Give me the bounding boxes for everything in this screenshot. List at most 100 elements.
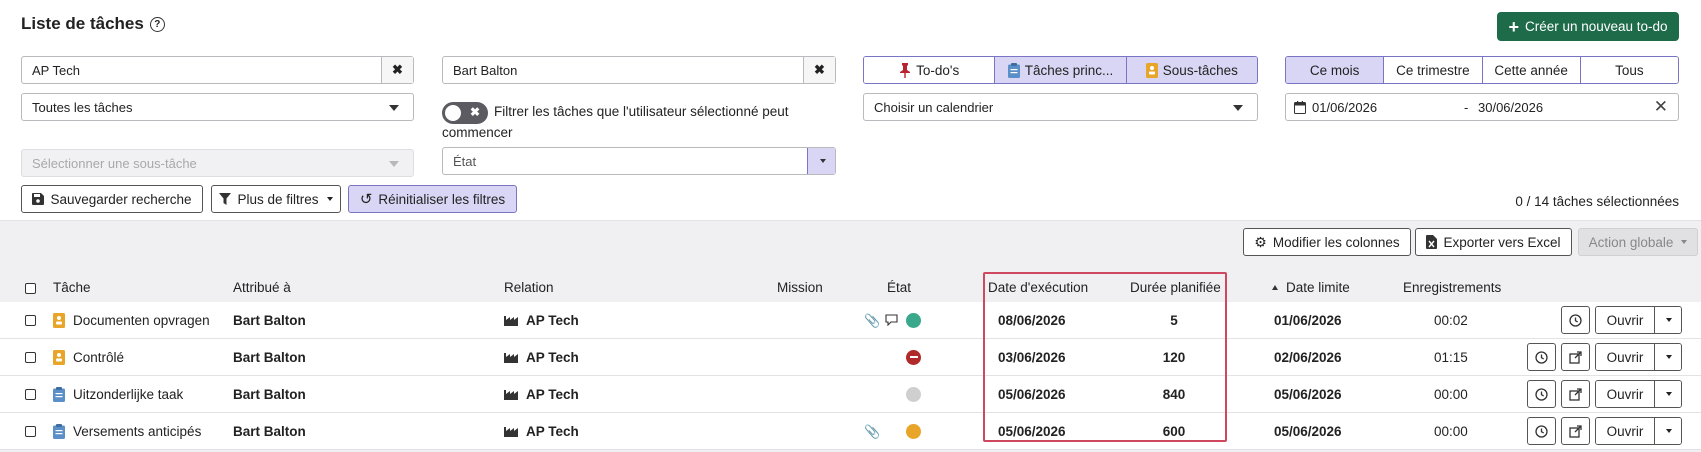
history-button[interactable]: [1527, 417, 1556, 445]
chevron-down-icon: [1666, 392, 1672, 396]
state-cell: [906, 302, 921, 338]
table-row[interactable]: Uitzonderlijke taak Bart Balton AP Tech 05/…: [0, 376, 1701, 413]
row-checkbox[interactable]: [25, 314, 36, 326]
global-action-button[interactable]: Action globale: [1578, 228, 1698, 256]
tab-todos[interactable]: To-do's: [864, 57, 996, 83]
clear-company-icon[interactable]: ✖: [381, 57, 413, 83]
tab-this-quarter[interactable]: Ce trimestre: [1384, 57, 1483, 83]
open-split-button: Ouvrir: [1595, 343, 1682, 371]
date-range-input[interactable]: 01/06/2026 - 30/06/2026 ✕: [1285, 93, 1679, 121]
factory-icon: [504, 316, 518, 326]
paperclip-icon[interactable]: 📎: [864, 424, 880, 440]
help-icon[interactable]: ?: [149, 16, 165, 32]
header-due-date[interactable]: Date limite: [1272, 280, 1350, 295]
more-filters-button[interactable]: Plus de filtres: [211, 185, 341, 213]
select-all-checkbox[interactable]: [25, 283, 36, 294]
header-assigned[interactable]: Attribué à: [233, 280, 291, 295]
header-planned-duration[interactable]: Durée planifiée: [1130, 280, 1221, 295]
open-button[interactable]: Ouvrir: [1596, 418, 1655, 444]
planned-duration-cell: 840: [1162, 386, 1186, 402]
create-todo-button[interactable]: + Créer un nouveau to-do: [1497, 12, 1679, 41]
row-checkbox[interactable]: [25, 388, 36, 400]
exec-date-cell: 08/06/2026: [998, 312, 1066, 328]
due-date-cell: 05/06/2026: [1274, 423, 1342, 439]
history-button[interactable]: [1561, 306, 1590, 334]
history-button[interactable]: [1527, 380, 1556, 408]
tab-subtasks[interactable]: Sous-tâches: [1126, 57, 1257, 83]
floppy-icon: [32, 193, 45, 205]
comment-icon[interactable]: [885, 314, 898, 326]
header-records[interactable]: Enregistrements: [1403, 280, 1501, 295]
user-select[interactable]: Bart Balton ✖: [442, 56, 836, 84]
company-select[interactable]: AP Tech ✖: [21, 56, 414, 84]
open-external-button[interactable]: [1561, 417, 1590, 445]
subtask-select[interactable]: Sélectionner une sous-tâche: [21, 149, 414, 177]
tab-this-year[interactable]: Cette année: [1482, 57, 1581, 83]
header-mission[interactable]: Mission: [777, 280, 823, 295]
table-row[interactable]: Documenten opvragen Bart Balton AP Tech 📎 08…: [0, 302, 1701, 339]
open-dropdown-toggle[interactable]: [1655, 307, 1681, 333]
row-checkbox[interactable]: [25, 425, 36, 437]
task-cell[interactable]: Versements anticipés: [53, 413, 201, 449]
clock-icon: [1535, 424, 1548, 438]
row-checkbox-cell: [25, 339, 36, 375]
history-button[interactable]: [1527, 343, 1556, 371]
exec-date-cell: 05/06/2026: [998, 423, 1066, 439]
state-cell: [906, 413, 921, 449]
header-exec-date[interactable]: Date d'exécution: [988, 280, 1088, 295]
open-external-button[interactable]: [1561, 343, 1590, 371]
header-relation[interactable]: Relation: [504, 280, 554, 295]
relation-cell[interactable]: AP Tech: [504, 339, 579, 375]
chevron-down-icon: [1681, 240, 1688, 244]
planned-duration-cell: 5: [1170, 312, 1178, 328]
header-state[interactable]: État: [887, 280, 911, 295]
tab-all[interactable]: Tous: [1580, 57, 1678, 83]
open-external-button[interactable]: [1561, 380, 1590, 408]
export-excel-button[interactable]: Exporter vers Excel: [1415, 228, 1572, 256]
factory-icon: [504, 353, 518, 363]
relation-cell[interactable]: AP Tech: [504, 376, 579, 412]
task-cell[interactable]: Documenten opvragen: [53, 302, 210, 338]
open-button[interactable]: Ouvrir: [1596, 344, 1655, 370]
chevron-down-icon: [1233, 105, 1243, 111]
open-dropdown-toggle[interactable]: [1655, 381, 1681, 407]
save-search-button[interactable]: Sauvegarder recherche: [21, 185, 203, 213]
modify-columns-button[interactable]: ⚙ Modifier les colonnes: [1243, 228, 1411, 256]
chevron-down-icon: [1666, 429, 1672, 433]
header-task[interactable]: Tâche: [53, 280, 91, 295]
gear-icon: ⚙: [1254, 233, 1267, 250]
main-task-icon: [53, 423, 65, 439]
task-cell[interactable]: Uitzonderlijke taak: [53, 376, 183, 412]
relation-cell[interactable]: AP Tech: [504, 302, 579, 338]
open-split-button: Ouvrir: [1595, 306, 1682, 334]
row-checkbox-cell: [25, 302, 36, 338]
open-dropdown-toggle[interactable]: [1655, 418, 1681, 444]
state-select[interactable]: État: [442, 147, 836, 175]
paperclip-icon[interactable]: 📎: [864, 313, 880, 329]
relation-cell[interactable]: AP Tech: [504, 413, 579, 449]
open-dropdown-toggle[interactable]: [1655, 344, 1681, 370]
state-dropdown-toggle[interactable]: [807, 148, 835, 174]
table-row[interactable]: Contrôlé Bart Balton AP Tech 03/06/2026 120 0…: [0, 339, 1701, 376]
tab-this-month[interactable]: Ce mois: [1286, 57, 1385, 83]
date-separator: -: [1464, 99, 1469, 115]
open-button[interactable]: Ouvrir: [1596, 307, 1655, 333]
planned-duration-cell: 120: [1162, 349, 1186, 365]
records-cell: 00:00: [1434, 386, 1468, 402]
reset-filters-button[interactable]: ↺ Réinitialiser les filtres: [348, 185, 517, 213]
state-indicator-icon: [906, 386, 921, 402]
chevron-down-icon: [389, 161, 399, 167]
close-icon[interactable]: ✕: [1654, 97, 1668, 117]
assigned-cell: Bart Balton: [233, 386, 306, 402]
row-checkbox[interactable]: [25, 351, 36, 363]
subtask-icon: [1145, 62, 1158, 78]
open-button[interactable]: Ouvrir: [1596, 381, 1655, 407]
task-scope-select[interactable]: Toutes les tâches: [21, 93, 414, 121]
calendar-select[interactable]: Choisir un calendrier: [863, 93, 1258, 121]
clear-user-icon[interactable]: ✖: [803, 57, 835, 83]
due-date-cell: 02/06/2026: [1274, 349, 1342, 365]
task-cell[interactable]: Contrôlé: [53, 339, 124, 375]
table-row[interactable]: Versements anticipés Bart Balton AP Tech 📎 0…: [0, 413, 1701, 450]
tab-main-tasks[interactable]: Tâches princ...: [995, 57, 1127, 83]
page-title: Liste de tâches ?: [21, 14, 165, 34]
